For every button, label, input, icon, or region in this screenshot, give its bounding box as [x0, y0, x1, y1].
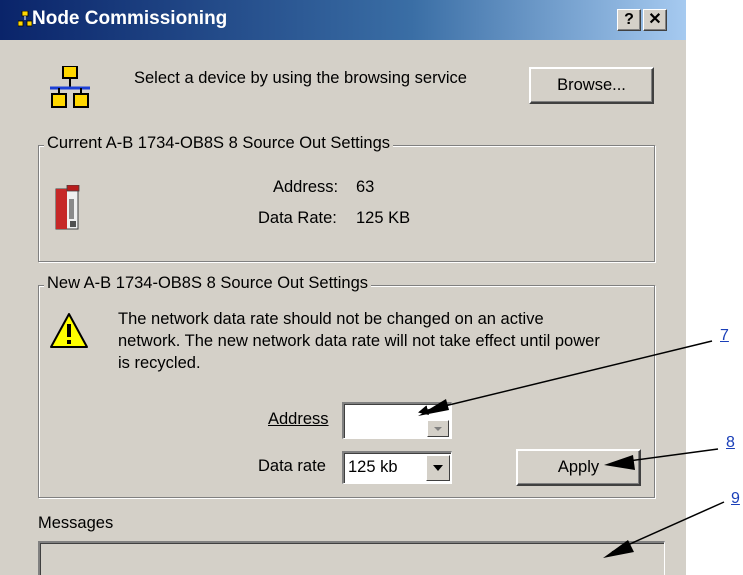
- callout-8: 8: [726, 434, 735, 451]
- callout-arrowhead-9: [603, 540, 634, 558]
- callout-9: 9: [731, 490, 740, 507]
- callout-arrow-7: [418, 340, 713, 415]
- callout-arrow-8: [620, 448, 719, 463]
- callout-arrowhead-7: [418, 399, 449, 416]
- callout-7: 7: [720, 327, 729, 344]
- callout-arrowhead-8: [604, 455, 635, 470]
- callout-arrows: [418, 340, 725, 558]
